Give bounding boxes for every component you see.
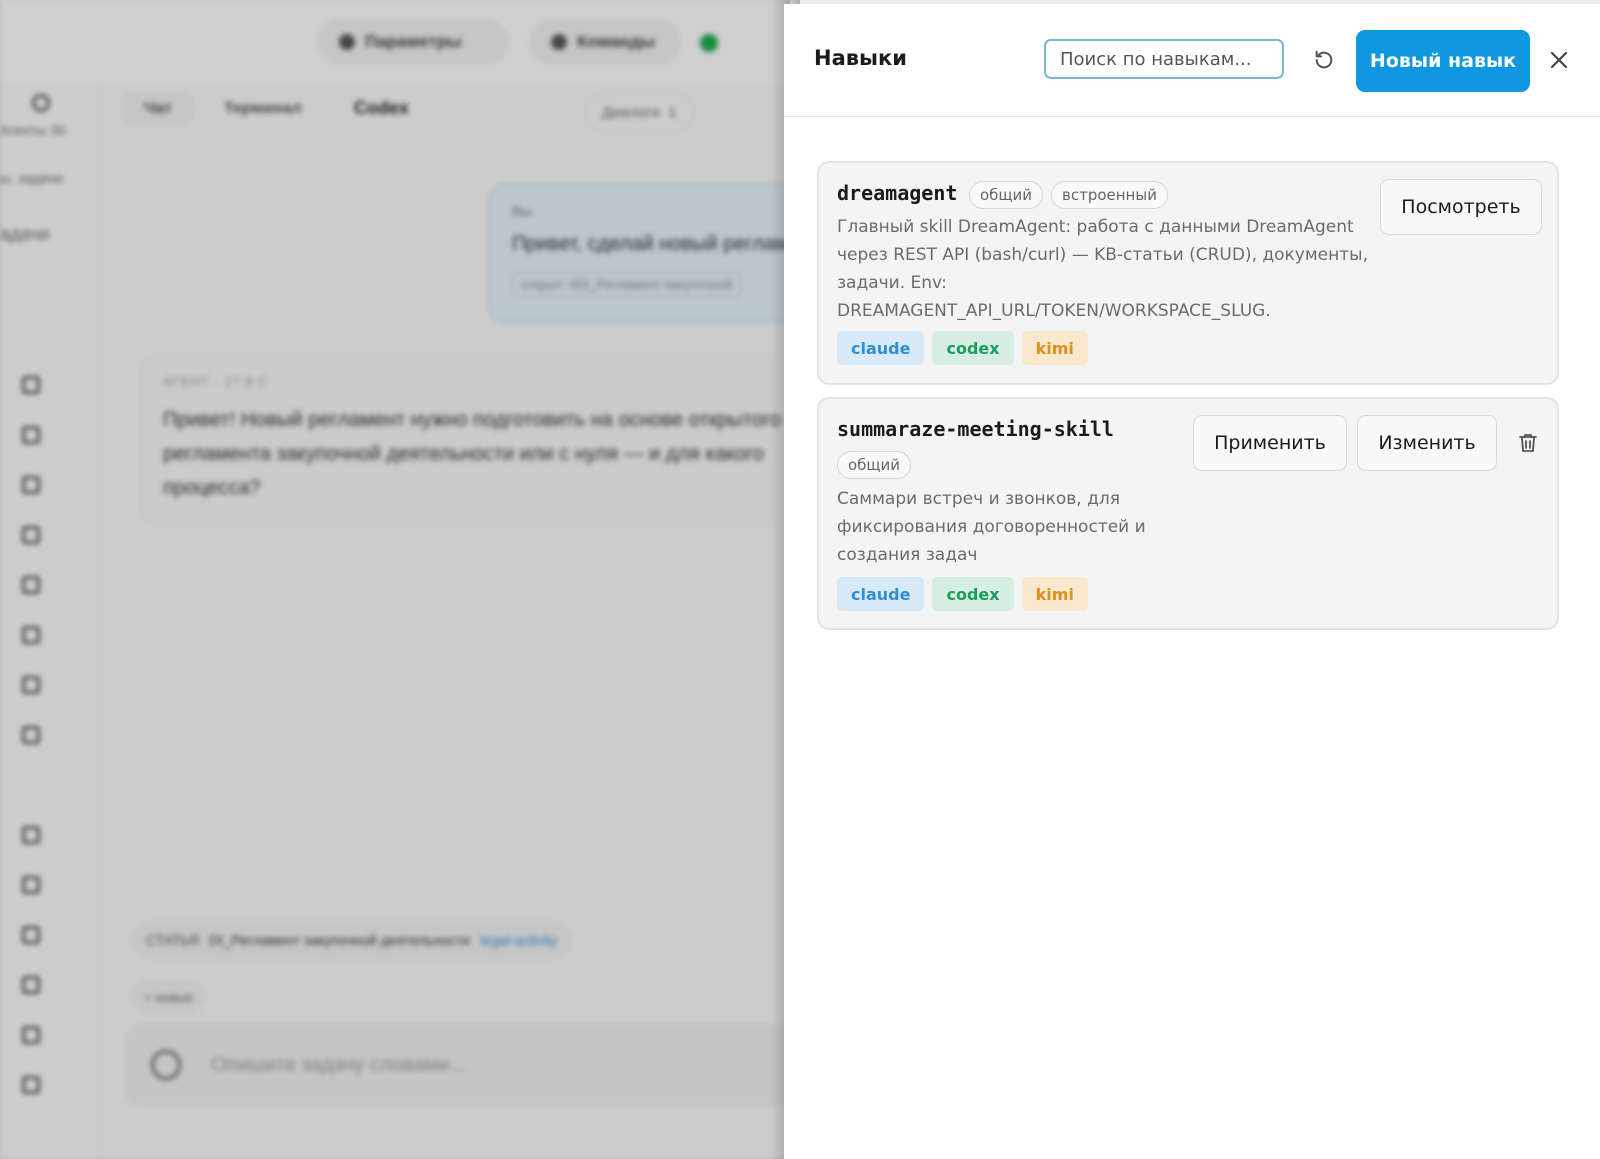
skills-drawer: Навыки Новый навык dreamagent общий встр… <box>784 4 1600 1159</box>
tag-kimi: kimi <box>1021 331 1088 365</box>
skill-description: Главный skill DreamAgent: работа с данны… <box>837 217 1368 321</box>
view-skill-button[interactable]: Посмотреть <box>1380 179 1542 235</box>
drawer-title: Навыки <box>814 46 907 70</box>
tag-codex: codex <box>932 331 1014 365</box>
drawer-header: Навыки Новый навык <box>784 4 1600 117</box>
apply-skill-button[interactable]: Применить <box>1193 415 1347 471</box>
edit-skill-button[interactable]: Изменить <box>1357 415 1497 471</box>
skill-tags: claude codex kimi <box>837 577 1088 611</box>
tag-kimi: kimi <box>1021 577 1088 611</box>
skill-description: Саммари встреч и звонков, для фиксирован… <box>837 489 1146 565</box>
skill-name: summaraze-meeting-skill <box>837 417 1114 441</box>
builtin-badge: встроенный <box>1051 181 1168 209</box>
skill-name: dreamagent <box>837 181 958 205</box>
close-icon[interactable] <box>1547 48 1571 72</box>
trash-icon[interactable] <box>1517 431 1539 455</box>
skill-card-summaraze-meeting: summaraze-meeting-skill общий Саммари вс… <box>817 397 1559 630</box>
tag-claude: claude <box>837 577 925 611</box>
scope-badge: общий <box>837 451 912 479</box>
skill-card-dreamagent: dreamagent общий встроенный Главный skil… <box>817 161 1559 385</box>
refresh-icon[interactable] <box>1311 47 1337 73</box>
modal-overlay[interactable] <box>0 0 790 1159</box>
new-skill-button[interactable]: Новый навык <box>1356 30 1530 92</box>
skills-search-input[interactable] <box>1044 39 1284 79</box>
skill-tags: claude codex kimi <box>837 331 1088 365</box>
tag-codex: codex <box>932 577 1014 611</box>
tag-claude: claude <box>837 331 925 365</box>
scope-badge: общий <box>969 181 1044 209</box>
